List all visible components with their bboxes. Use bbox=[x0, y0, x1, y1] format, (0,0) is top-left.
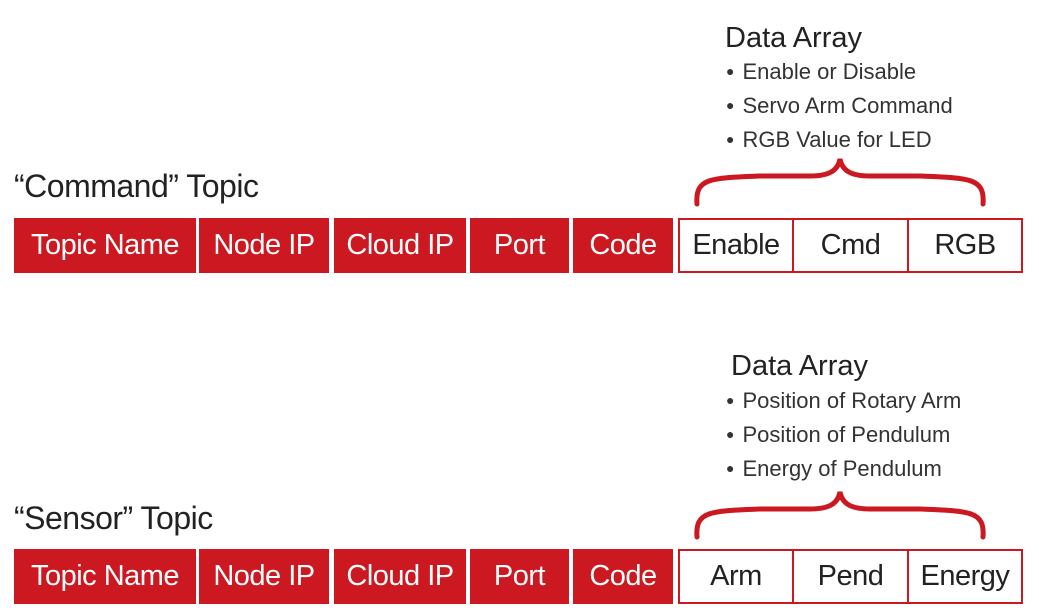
list-item: Enable or Disable bbox=[726, 56, 953, 90]
field-cmd: Cmd bbox=[792, 218, 909, 273]
field-topic-name: Topic Name bbox=[14, 218, 196, 273]
sensor-topic-title: “Sensor” Topic bbox=[14, 500, 213, 536]
command-topic-title: “Command” Topic bbox=[14, 168, 259, 204]
command-topic-packet: Topic Name Node IP Cloud IP Port Code En… bbox=[0, 218, 1039, 273]
field-topic-name: Topic Name bbox=[14, 549, 196, 604]
field-energy: Energy bbox=[907, 549, 1023, 604]
field-pend: Pend bbox=[792, 549, 909, 604]
sensor-topic-packet: Topic Name Node IP Cloud IP Port Code Ar… bbox=[0, 549, 1039, 604]
field-cloud-ip: Cloud IP bbox=[334, 549, 466, 604]
field-port: Port bbox=[470, 218, 569, 273]
diagram: Data Array Enable or Disable Servo Arm C… bbox=[0, 0, 1039, 616]
list-item: Servo Arm Command bbox=[726, 90, 952, 124]
command-brace bbox=[694, 158, 986, 207]
sensor-data-array-heading: Data Array bbox=[731, 350, 868, 382]
field-code: Code bbox=[573, 549, 673, 604]
field-cloud-ip: Cloud IP bbox=[334, 218, 466, 273]
field-enable: Enable bbox=[678, 218, 794, 273]
field-code: Code bbox=[573, 218, 673, 273]
list-item: Position of Pendulum bbox=[726, 419, 961, 453]
field-node-ip: Node IP bbox=[199, 218, 329, 273]
field-node-ip: Node IP bbox=[199, 549, 329, 604]
field-port: Port bbox=[470, 549, 569, 604]
field-arm: Arm bbox=[678, 549, 794, 604]
command-data-array-list: Enable or Disable Servo Arm Command RGB … bbox=[726, 56, 953, 158]
list-item: Energy of Pendulum bbox=[726, 453, 961, 487]
list-item: RGB Value for LED bbox=[726, 124, 953, 158]
list-item: Position of Rotary Arm bbox=[726, 385, 961, 419]
field-rgb: RGB bbox=[907, 218, 1023, 273]
sensor-data-array-list: Position of Rotary Arm Position of Pendu… bbox=[726, 385, 961, 487]
command-data-array-heading: Data Array bbox=[725, 22, 862, 54]
sensor-brace bbox=[694, 491, 986, 540]
